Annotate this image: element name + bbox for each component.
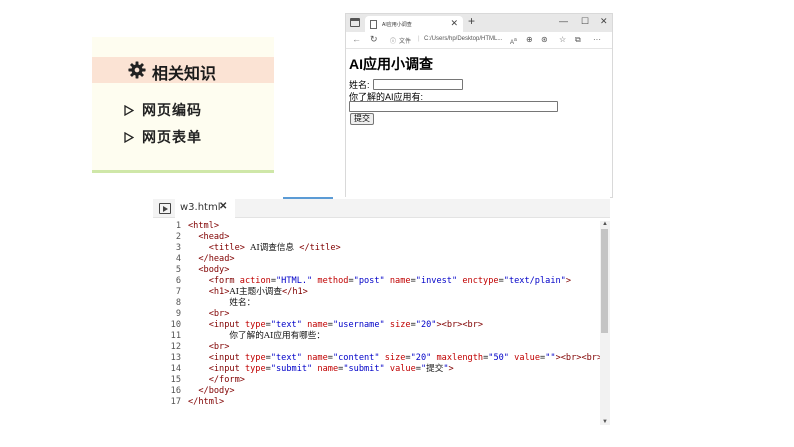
code-line: <br> <box>208 342 230 352</box>
code-line: <body> <box>198 265 230 275</box>
extension-icon[interactable]: ⊛ <box>541 35 548 44</box>
browser-tab[interactable]: AI应用小调查 ✕ <box>365 16 463 32</box>
line-number: 10 <box>170 320 181 330</box>
vertical-scrollbar[interactable]: ▲ ▼ <box>600 221 610 425</box>
line-number: 13 <box>170 353 181 363</box>
more-icon[interactable]: ··· <box>593 35 601 44</box>
line-number: 8 <box>175 298 181 308</box>
back-icon[interactable]: ← <box>352 34 361 44</box>
knowledge-title: 相关知识 <box>152 64 217 83</box>
close-tab-icon[interactable]: ✕ <box>219 201 227 212</box>
file-name: w3.html <box>180 202 221 213</box>
knowledge-item-label: 网页表单 <box>142 130 202 146</box>
code-line: </body> <box>198 386 235 396</box>
url-field[interactable]: C:/Users/hp/Desktop/HTML... <box>424 36 502 42</box>
address-bar: ← ↻ ⓘ 文件 | C:/Users/hp/Desktop/HTML... A… <box>346 32 612 49</box>
tab-close-icon[interactable]: ✕ <box>450 18 458 29</box>
knowledge-item-web-encoding[interactable]: 网页编码 <box>124 101 202 119</box>
line-number: 7 <box>175 287 181 297</box>
line-number: 14 <box>170 364 181 374</box>
refresh-icon[interactable]: ↻ <box>370 34 378 45</box>
window-menu-icon[interactable] <box>350 18 360 27</box>
username-input[interactable] <box>373 79 463 90</box>
code-line: </form> <box>208 375 245 385</box>
minimize-button[interactable]: — <box>559 16 568 26</box>
line-number: 1 <box>175 221 181 231</box>
maximize-button[interactable]: ☐ <box>581 16 589 27</box>
knowledge-item-label: 网页编码 <box>142 103 202 119</box>
line-number: 15 <box>170 375 181 385</box>
code-line: <h1>AI主题小调查</h1> <box>208 287 308 297</box>
editor-tab-bar: w3.html ✕ <box>153 199 610 218</box>
scroll-down-icon[interactable]: ▼ <box>602 419 608 425</box>
preview-icon[interactable] <box>159 203 171 214</box>
content-input[interactable] <box>349 101 558 112</box>
address-prefix: 文件 <box>399 39 412 45</box>
knowledge-header: 相关知识 <box>92 57 274 83</box>
read-aloud-icon[interactable]: Aa <box>510 37 517 46</box>
code-editor: w3.html ✕ 1 2 3 4 5 6 7 8 9 10 11 12 13 … <box>153 197 610 425</box>
code-line: </html> <box>188 397 225 407</box>
code-line: <title> AI调查信息 </title> <box>208 243 341 253</box>
document-icon <box>370 19 377 29</box>
new-tab-button[interactable]: + <box>468 14 475 28</box>
page-title: AI应用小调查 <box>349 56 433 72</box>
submit-button[interactable]: 提交 <box>350 113 374 125</box>
code-line: <form action="HTML." method="post" name=… <box>208 276 572 286</box>
scroll-thumb[interactable] <box>601 229 608 333</box>
browser-tab-bar: AI应用小调查 ✕ + — ☐ ✕ <box>346 14 612 32</box>
code-line: 姓名： <box>229 298 256 308</box>
line-number: 11 <box>170 331 181 341</box>
close-window-button[interactable]: ✕ <box>600 16 608 27</box>
line-number: 9 <box>175 309 181 319</box>
code-line: </head> <box>198 254 235 264</box>
line-number: 16 <box>170 386 181 396</box>
triangle-bullet-icon <box>124 104 134 116</box>
collections-icon[interactable]: ⧉ <box>575 35 581 45</box>
code-line: <input type="text" name="content" size="… <box>208 353 603 363</box>
line-number: 17 <box>170 397 181 407</box>
triangle-bullet-icon <box>124 131 134 143</box>
knowledge-card: 相关知识 网页编码 网页表单 <box>92 37 274 173</box>
zoom-icon[interactable]: ⊕ <box>526 35 533 44</box>
code-line: <head> <box>198 232 230 242</box>
scroll-up-icon[interactable]: ▲ <box>602 221 608 227</box>
info-icon[interactable]: ⓘ <box>390 36 396 45</box>
code-line: <br> <box>208 309 230 319</box>
code-line: <input type="text" name="username" size=… <box>208 320 484 330</box>
code-line: <html> <box>188 221 220 231</box>
line-number: 12 <box>170 342 181 352</box>
address-separator: | <box>418 36 420 42</box>
browser-window: AI应用小调查 ✕ + — ☐ ✕ ← ↻ ⓘ 文件 | C:/Users/hp… <box>345 13 613 198</box>
line-number: 4 <box>175 254 181 264</box>
tab-title: AI应用小调查 <box>382 21 412 28</box>
file-tab[interactable]: w3.html ✕ <box>175 199 235 218</box>
code-line: <input type="submit" name="submit" value… <box>208 364 454 374</box>
gear-icon <box>128 61 146 79</box>
code-line: 你了解的AI应用有哪些： <box>229 331 325 341</box>
line-number: 2 <box>175 232 181 242</box>
knowledge-item-web-form[interactable]: 网页表单 <box>124 128 202 146</box>
line-number: 6 <box>175 276 181 286</box>
line-number: 5 <box>175 265 181 275</box>
favorite-icon[interactable]: ☆ <box>559 35 566 44</box>
line-number: 3 <box>175 243 181 253</box>
